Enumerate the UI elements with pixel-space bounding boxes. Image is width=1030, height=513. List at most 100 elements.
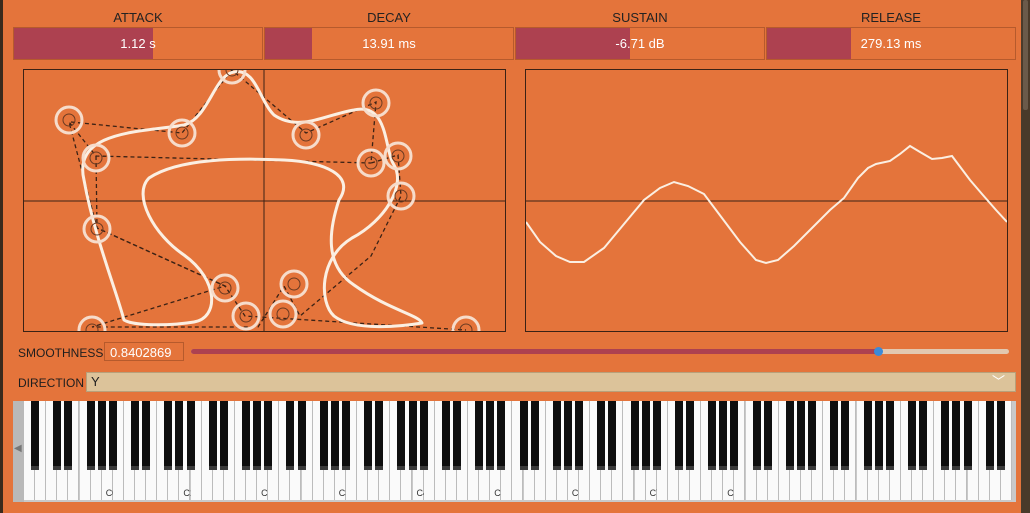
smoothness-slider[interactable] [191, 347, 1009, 356]
waveform-preview [525, 69, 1008, 332]
black-key[interactable] [286, 401, 295, 470]
chevron-down-icon[interactable]: ﹀ [992, 373, 1005, 391]
black-key[interactable] [53, 401, 62, 470]
black-key[interactable] [952, 401, 961, 470]
black-key[interactable] [264, 401, 273, 470]
black-key[interactable] [630, 401, 639, 470]
control-point[interactable] [279, 269, 309, 299]
left-edge [0, 0, 3, 513]
black-key[interactable] [341, 401, 350, 470]
black-key[interactable] [253, 401, 262, 470]
black-key[interactable] [419, 401, 428, 470]
black-key[interactable] [64, 401, 73, 470]
black-key[interactable] [142, 401, 151, 470]
black-key[interactable] [486, 401, 495, 470]
black-key[interactable] [164, 401, 173, 470]
black-key[interactable] [996, 401, 1005, 470]
black-key[interactable] [375, 401, 384, 470]
black-key[interactable] [863, 401, 872, 470]
black-key[interactable] [519, 401, 528, 470]
shape-curve [81, 70, 424, 329]
black-key[interactable] [841, 401, 850, 470]
black-key[interactable] [497, 401, 506, 470]
piano-keyboard[interactable]: ◀ C0 C1 C2 C3 C4 C5 C6 C7 C8 [13, 401, 1016, 502]
black-key[interactable] [674, 401, 683, 470]
black-key[interactable] [941, 401, 950, 470]
black-key[interactable] [441, 401, 450, 470]
black-key[interactable] [885, 401, 894, 470]
black-key[interactable] [131, 401, 139, 470]
direction-select[interactable]: Y ﹀ [86, 372, 1016, 392]
control-point[interactable] [451, 315, 481, 331]
control-polygon [68, 70, 402, 328]
sustain-slider[interactable]: -6.71 dB [515, 27, 765, 60]
shape-editor[interactable] [23, 69, 506, 332]
black-key[interactable] [242, 401, 250, 470]
waveform-canvas [526, 144, 1007, 265]
black-key[interactable] [808, 401, 817, 470]
decay-slider[interactable]: 13.91 ms [264, 27, 514, 60]
black-key[interactable] [397, 401, 406, 470]
scrollbar-thumb[interactable] [1023, 0, 1028, 110]
black-key[interactable] [175, 401, 184, 470]
control-point[interactable] [231, 301, 261, 331]
control-point[interactable] [210, 273, 240, 303]
keyboard-scroll-left[interactable]: ◀ [13, 401, 24, 502]
black-key[interactable] [208, 401, 217, 470]
black-key[interactable] [763, 401, 772, 470]
black-key[interactable] [108, 401, 117, 470]
black-key[interactable] [575, 401, 583, 470]
vertical-scrollbar[interactable] [1021, 0, 1030, 513]
smoothness-thumb[interactable] [874, 347, 884, 356]
black-key[interactable] [219, 401, 228, 470]
smoothness-value-field[interactable]: 0.8402869 [104, 342, 184, 361]
black-key[interactable] [552, 401, 561, 470]
black-key[interactable] [319, 401, 328, 470]
black-key[interactable] [919, 401, 928, 470]
black-key[interactable] [708, 401, 717, 470]
direction-selected-value: Y [91, 374, 100, 389]
black-key[interactable] [475, 401, 484, 470]
arrow-left-icon[interactable]: ◀ [14, 443, 22, 454]
black-key[interactable] [186, 401, 195, 470]
black-key[interactable] [963, 401, 972, 470]
black-key[interactable] [452, 401, 461, 470]
control-point[interactable] [268, 299, 298, 329]
black-key[interactable] [730, 401, 739, 470]
black-key[interactable] [608, 401, 617, 470]
shape-editor-canvas[interactable] [24, 70, 505, 331]
release-slider[interactable]: 279.13 ms [766, 27, 1016, 60]
control-point[interactable] [54, 105, 84, 135]
black-key[interactable] [97, 401, 106, 470]
black-key[interactable] [530, 401, 539, 470]
attack-value: 1.12 s [120, 36, 156, 51]
black-key[interactable] [364, 401, 373, 470]
attack-slider[interactable]: 1.12 s [13, 27, 263, 60]
black-key[interactable] [563, 401, 572, 470]
black-key[interactable] [86, 401, 95, 470]
black-key[interactable] [985, 401, 994, 470]
black-key[interactable] [31, 401, 40, 470]
sustain-value: -6.71 dB [615, 36, 665, 51]
control-point[interactable] [291, 120, 321, 150]
black-key[interactable] [874, 401, 883, 470]
black-key[interactable] [297, 401, 306, 470]
black-key[interactable] [797, 401, 805, 470]
control-point[interactable] [77, 315, 107, 331]
black-key[interactable] [686, 401, 694, 470]
black-key[interactable] [752, 401, 761, 470]
black-key[interactable] [785, 401, 794, 470]
black-key[interactable] [408, 401, 417, 470]
black-key[interactable] [908, 401, 916, 470]
black-key[interactable] [719, 401, 728, 470]
black-key[interactable] [597, 401, 606, 470]
black-key[interactable] [652, 401, 661, 470]
black-key[interactable] [830, 401, 839, 470]
decay-value: 13.91 ms [362, 36, 416, 51]
keys-container[interactable]: C0 C1 C2 C3 C4 C5 C6 C7 C8 [24, 401, 1016, 502]
release-value: 279.13 ms [860, 36, 922, 51]
envelope-params: ATTACK 1.12 s DECAY 13.91 ms SUSTAIN -6.… [13, 10, 1016, 60]
decay-param: DECAY 13.91 ms [264, 10, 514, 60]
black-key[interactable] [641, 401, 650, 470]
black-key[interactable] [330, 401, 339, 470]
